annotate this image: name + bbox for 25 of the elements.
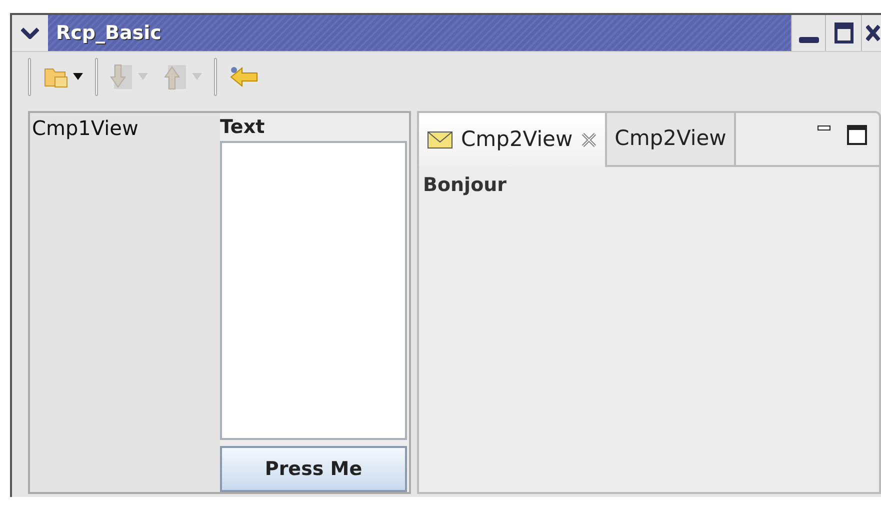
view-tab[interactable]: Cmp2View [419, 113, 607, 167]
chevron-down-icon [21, 27, 39, 39]
close-icon [866, 24, 880, 42]
press-me-button[interactable]: Press Me [220, 446, 407, 492]
window-menu-button[interactable] [12, 15, 48, 51]
envelope-icon [427, 131, 453, 149]
window-title: Rcp_Basic [55, 20, 162, 46]
minimize-icon [798, 37, 818, 43]
maximize-icon [834, 22, 854, 44]
close-button[interactable] [861, 15, 881, 51]
caret-icon [192, 73, 202, 80]
minimize-button[interactable] [791, 15, 825, 51]
caret-icon [138, 73, 148, 80]
maximize-view-icon[interactable] [847, 125, 867, 145]
view-title: Cmp1View [32, 116, 138, 140]
folder-icon [43, 66, 69, 88]
view-tab[interactable]: Cmp2View [606, 113, 736, 167]
minimize-view-icon[interactable] [817, 125, 831, 131]
down-arrow-icon [110, 62, 134, 90]
bonjour-label: Bonjour [422, 173, 508, 198]
up-arrow-icon [164, 62, 188, 90]
caret-icon [73, 73, 83, 80]
text-label: Text [220, 115, 266, 140]
maximize-button[interactable] [825, 15, 861, 51]
close-tab-icon [580, 132, 597, 148]
